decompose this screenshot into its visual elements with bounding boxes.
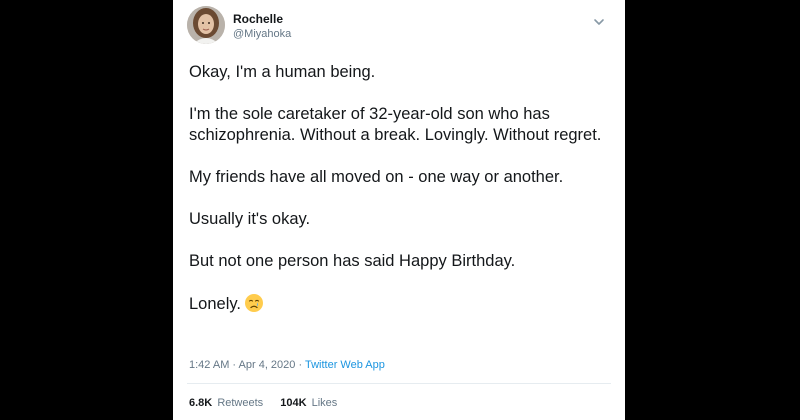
likes-count: 104K bbox=[280, 397, 307, 409]
retweets-stat[interactable]: 6.8K Retweets bbox=[189, 396, 263, 410]
likes-label: Likes bbox=[311, 397, 338, 409]
more-options-button[interactable] bbox=[591, 14, 607, 30]
tweet-timestamp[interactable]: 1:42 AM · Apr 4, 2020 · bbox=[189, 359, 302, 371]
tweet-paragraph: Usually it's okay. bbox=[189, 210, 311, 228]
likes-stat[interactable]: 104K Likes bbox=[280, 396, 337, 410]
tweet-header: Rochelle @Miyahoka bbox=[187, 6, 611, 46]
tweet-paragraph: Lonely. bbox=[189, 295, 241, 313]
tweet-card: Rochelle @Miyahoka Okay, I'm a human bei… bbox=[173, 0, 625, 420]
tweet-text: Okay, I'm a human being. I'm the sole ca… bbox=[189, 62, 609, 319]
tweet-last-paragraph: Lonely. bbox=[189, 293, 609, 319]
avatar-photo-icon bbox=[187, 6, 225, 44]
author-display-name[interactable]: Rochelle bbox=[233, 12, 291, 26]
retweets-count: 6.8K bbox=[189, 397, 213, 409]
tweet-paragraph: Okay, I'm a human being. bbox=[189, 63, 376, 81]
author-handle[interactable]: @Miyahoka bbox=[233, 27, 291, 41]
tweet-source-link[interactable]: Twitter Web App bbox=[305, 359, 385, 371]
divider bbox=[187, 383, 611, 384]
tweet-metadata: 1:42 AM · Apr 4, 2020 · Twitter Web App bbox=[189, 358, 385, 372]
tweet-engagement-stats: 6.8K Retweets 104K Likes bbox=[189, 396, 351, 410]
crying-face-emoji-icon bbox=[244, 293, 264, 319]
tweet-author: Rochelle @Miyahoka bbox=[233, 12, 291, 41]
tweet-paragraph: I'm the sole caretaker of 32-year-old so… bbox=[189, 105, 602, 144]
tweet-paragraph: But not one person has said Happy Birthd… bbox=[189, 252, 516, 270]
screenshot-stage: Rochelle @Miyahoka Okay, I'm a human bei… bbox=[0, 0, 800, 420]
chevron-down-icon bbox=[594, 19, 604, 25]
retweets-label: Retweets bbox=[217, 397, 264, 409]
tweet-paragraph: My friends have all moved on - one way o… bbox=[189, 168, 564, 186]
avatar[interactable] bbox=[187, 6, 225, 44]
